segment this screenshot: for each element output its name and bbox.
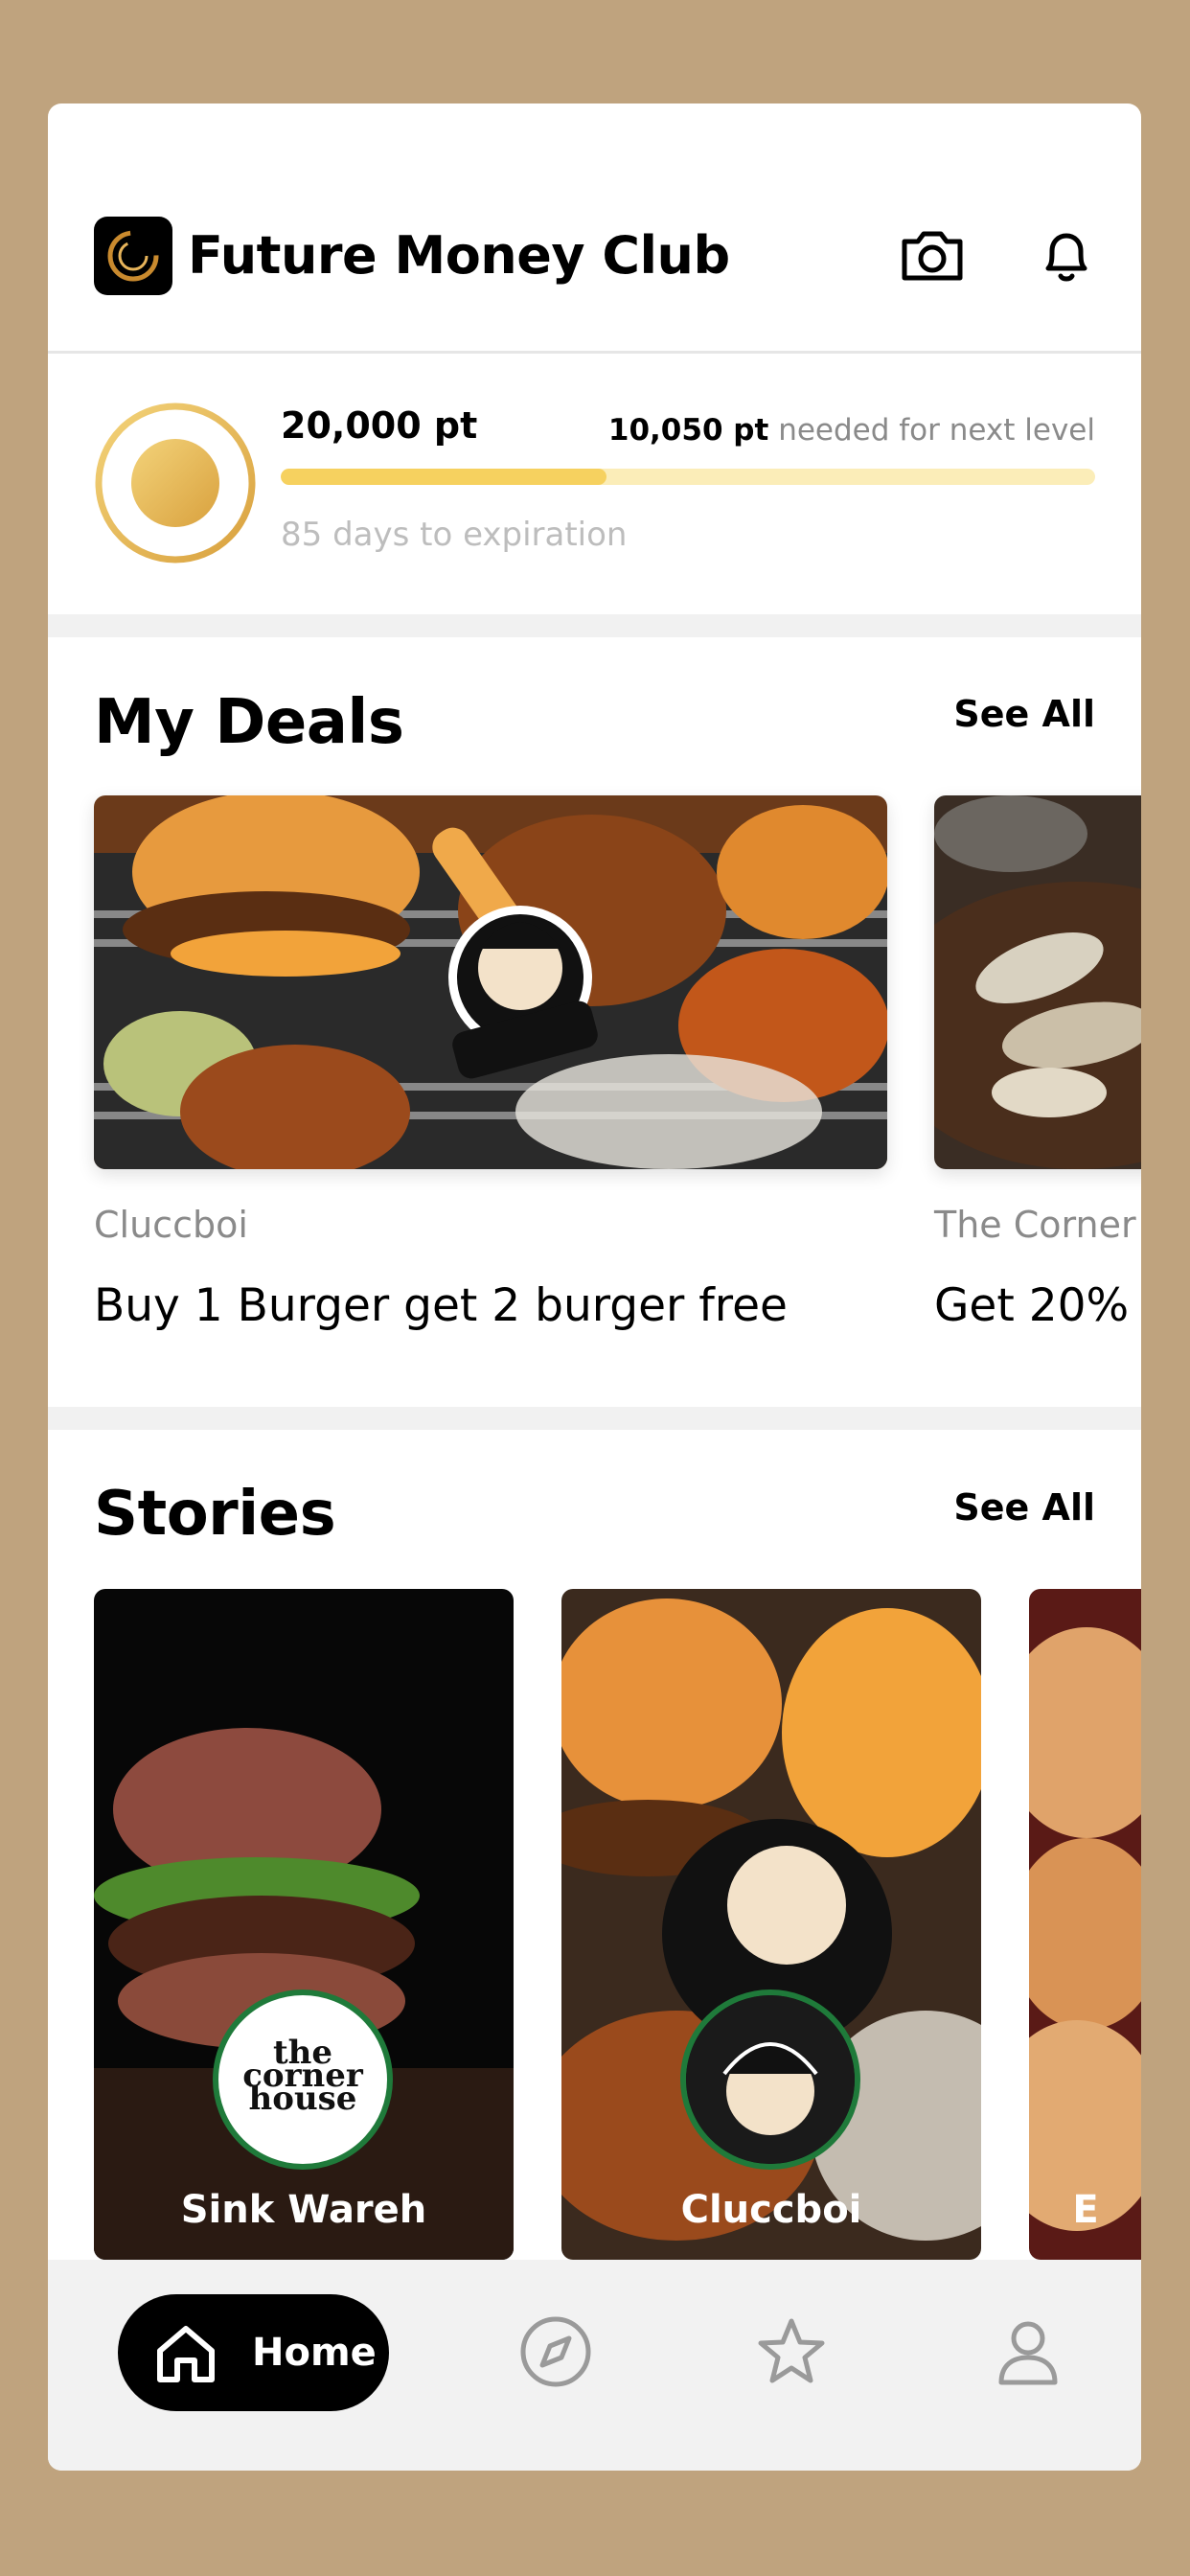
points-needed-label: needed for next level (778, 413, 1095, 448)
level-progress-bar (281, 469, 1095, 485)
profile-icon[interactable] (990, 2313, 1066, 2390)
points-panel: 20,000 pt 10,050 pt needed for next leve… (48, 354, 1141, 612)
deal-offer-text: Get 20% C (934, 1279, 1141, 1332)
stories-see-all-link[interactable]: See All (953, 1484, 1095, 1531)
deal-brand: Cluccboi (94, 1204, 248, 1246)
points-expiration: 85 days to expiration (281, 516, 628, 554)
home-icon (157, 2326, 215, 2382)
section-divider (48, 614, 1141, 637)
app-logo (94, 217, 172, 295)
story-name: Cluccboi (680, 2188, 862, 2232)
points-needed-value: 10,050 pt (607, 413, 769, 448)
deal-offer-text: Buy 1 Burger get 2 burger free (94, 1279, 788, 1332)
deal-image (934, 795, 1141, 1169)
story-card[interactable]: E (1029, 1589, 1141, 2260)
stories-title: Stories (94, 1479, 336, 1550)
app-title: Future Money Club (188, 225, 730, 286)
level-progress-fill (281, 469, 606, 485)
story-avatar (680, 1990, 860, 2170)
nav-home-label: Home (252, 2331, 377, 2375)
section-divider (48, 1407, 1141, 1430)
current-points: 20,000 pt (281, 404, 478, 447)
story-card[interactable]: the corner house Sink Wareh (94, 1589, 514, 2260)
nav-home-button[interactable]: Home (118, 2294, 389, 2411)
story-name: Sink Wareh (180, 2188, 427, 2232)
story-name: E (1072, 2188, 1099, 2232)
bell-icon[interactable] (1029, 218, 1104, 293)
app-screen: Future Money Club 20,000 pt 10,050 pt ne… (48, 104, 1141, 2471)
level-medal-icon (94, 402, 257, 564)
bottom-nav: Home (48, 2260, 1141, 2471)
story-avatar-logo: the corner house (218, 2036, 387, 2115)
star-icon[interactable] (753, 2313, 830, 2390)
camera-icon[interactable] (895, 218, 970, 293)
story-card[interactable]: Cluccboi (561, 1589, 981, 2260)
deal-image (94, 795, 887, 1169)
compass-icon[interactable] (517, 2313, 594, 2390)
deal-brand: The Corner (934, 1204, 1136, 1246)
app-header: Future Money Club (48, 104, 1141, 354)
deals-title: My Deals (94, 687, 404, 758)
deals-see-all-link[interactable]: See All (953, 690, 1095, 738)
story-avatar: the corner house (213, 1990, 393, 2170)
points-needed: 10,050 pt needed for next level (608, 407, 1095, 453)
